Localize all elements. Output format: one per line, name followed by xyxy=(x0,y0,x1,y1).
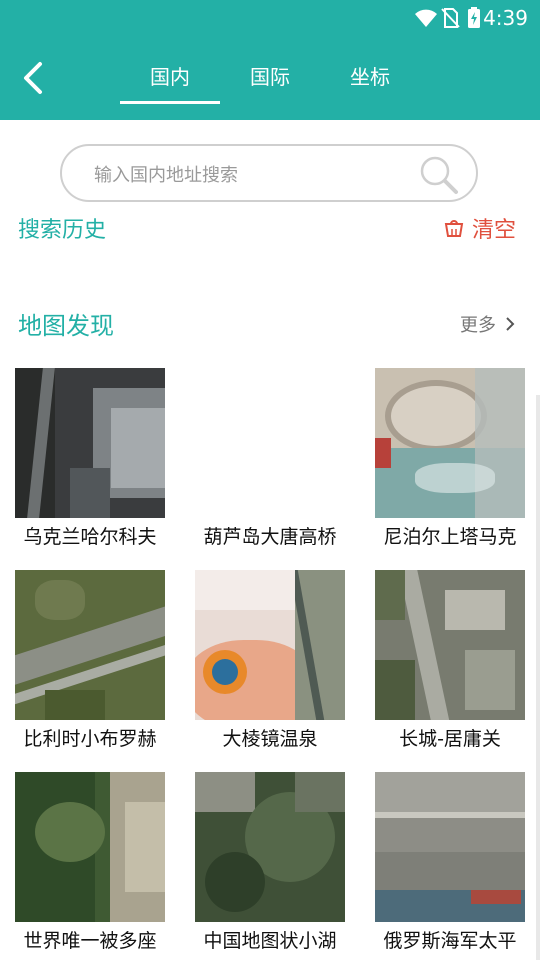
map-card-caption: 葫芦岛大唐高桥 xyxy=(203,526,337,548)
map-card-caption: 世界唯一被多座 xyxy=(23,930,157,952)
search-history-title: 搜索历史 xyxy=(18,218,107,243)
status-time: 4:39 xyxy=(483,6,528,30)
more-label: 更多 xyxy=(460,315,496,336)
map-discover-title: 地图发现 xyxy=(18,312,114,340)
search-box[interactable] xyxy=(60,144,478,202)
tab-domestic-label: 国内 xyxy=(150,65,190,89)
map-card-caption: 中国地图状小湖 xyxy=(203,930,337,952)
clear-history-button[interactable]: 清空 xyxy=(442,212,516,244)
map-card-belgium[interactable]: 比利时小布罗赫 xyxy=(15,570,165,750)
map-card-grand-prismatic[interactable]: 大棱镜温泉 xyxy=(195,570,345,750)
map-card-russia-navy[interactable]: 俄罗斯海军太平 xyxy=(375,772,525,952)
map-card-caption: 俄罗斯海军太平 xyxy=(383,930,517,952)
wifi-icon xyxy=(415,9,437,27)
satellite-thumbnail xyxy=(15,772,165,922)
more-link[interactable]: 更多 xyxy=(460,310,516,338)
satellite-thumbnail xyxy=(195,570,345,720)
map-card-caption: 大棱镜温泉 xyxy=(222,728,318,750)
map-card-world-unique[interactable]: 世界唯一被多座 xyxy=(15,772,165,952)
chevron-right-icon xyxy=(506,317,515,331)
search-icon[interactable] xyxy=(418,154,460,196)
satellite-thumbnail xyxy=(15,570,165,720)
map-card-caption: 比利时小布罗赫 xyxy=(23,728,157,750)
map-card-nepal[interactable]: 尼泊尔上塔马克 xyxy=(375,368,525,548)
map-card-caption: 长城-居庸关 xyxy=(399,728,501,750)
satellite-thumbnail xyxy=(375,570,525,720)
tab-coordinates[interactable]: 坐标 xyxy=(320,60,420,104)
tab-coordinates-label: 坐标 xyxy=(350,65,390,89)
back-arrow-icon[interactable] xyxy=(18,60,50,96)
map-card-juyongguan[interactable]: 长城-居庸关 xyxy=(375,570,525,750)
satellite-thumbnail xyxy=(375,772,525,922)
scrollbar[interactable] xyxy=(536,395,540,960)
satellite-thumbnail xyxy=(195,772,345,922)
broom-icon xyxy=(444,220,464,237)
tab-international[interactable]: 国际 xyxy=(220,60,320,104)
map-card-caption: 乌克兰哈尔科夫 xyxy=(23,526,157,548)
blank-thumbnail xyxy=(195,368,345,518)
satellite-thumbnail xyxy=(15,368,165,518)
map-card-china-lake[interactable]: 中国地图状小湖 xyxy=(195,772,345,952)
map-card-huludao[interactable]: 葫芦岛大唐高桥 xyxy=(195,368,345,548)
satellite-thumbnail xyxy=(375,368,525,518)
clear-history-label: 清空 xyxy=(471,218,516,243)
no-sim-icon xyxy=(441,8,460,28)
tab-international-label: 国际 xyxy=(250,65,290,89)
map-card-kharkiv[interactable]: 乌克兰哈尔科夫 xyxy=(15,368,165,548)
top-bar: 4:39 国内 国际 坐标 xyxy=(0,0,540,120)
tab-domestic[interactable]: 国内 xyxy=(120,60,220,104)
status-bar: 4:39 xyxy=(0,0,540,36)
search-input[interactable] xyxy=(92,156,416,194)
map-card-caption: 尼泊尔上塔马克 xyxy=(383,526,517,548)
